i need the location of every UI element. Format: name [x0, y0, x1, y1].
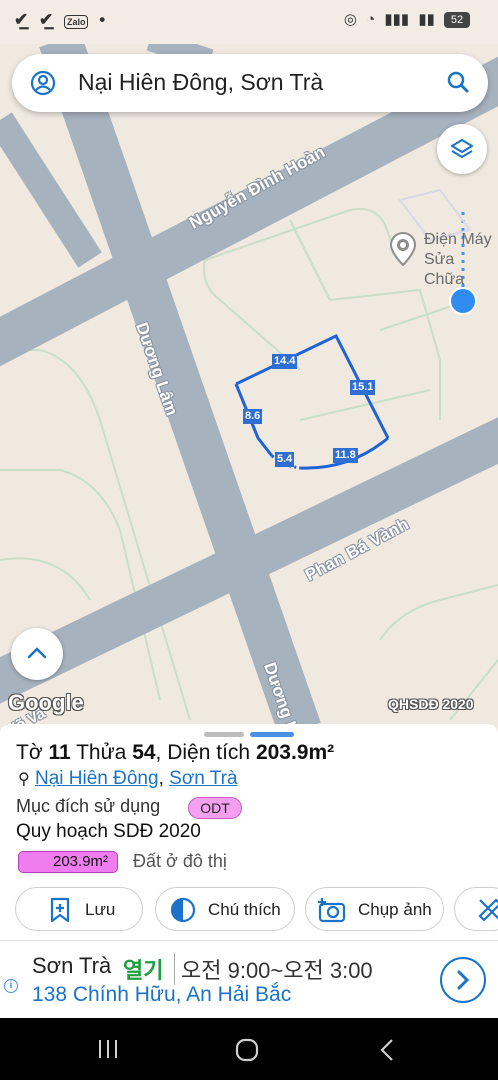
system-nav-bar	[0, 1018, 498, 1080]
parcel-address: ⚲ Nại Hiên Đông, Sơn Trà	[18, 768, 238, 789]
ad-open-button[interactable]	[440, 957, 486, 1003]
google-watermark: Google	[8, 690, 84, 715]
parcel-info-sheet[interactable]: Tờ 11 Thửa 54, Diện tích 203.9m² ⚲ Nại H…	[0, 724, 498, 940]
back-icon[interactable]	[378, 1038, 396, 1062]
wifi-icon: ◔	[366, 11, 376, 28]
ad-address[interactable]: 138 Chính Hữu, An Hải Bắc	[32, 983, 291, 1007]
account-icon[interactable]	[30, 70, 56, 96]
plan-use-label: Đất ở đô thị	[133, 851, 227, 871]
measure-button[interactable]	[454, 887, 498, 931]
action-chips: Lưu Chú thích Chụp ảnh	[0, 887, 498, 931]
ward-link[interactable]: Nại Hiên Đông	[35, 768, 159, 789]
signal-icon: ▮▮	[418, 11, 435, 28]
home-icon[interactable]	[235, 1038, 259, 1062]
poi-marker-icon[interactable]	[388, 232, 418, 266]
expand-up-button[interactable]	[11, 628, 63, 680]
layers-button[interactable]	[437, 124, 487, 174]
status-bar: ✔̲ ✔̲ Zalo • ◎ ◔ ▮▮▮ ▮▮ 52	[0, 0, 498, 44]
location-pin-icon: ⚲	[18, 771, 30, 788]
recent-apps-icon[interactable]	[96, 1038, 120, 1060]
search-icon[interactable]	[446, 70, 470, 94]
ad-place-name: Sơn Trà	[32, 953, 112, 978]
battery-icon: 52	[444, 12, 470, 29]
save-button[interactable]: Lưu	[15, 887, 143, 931]
parcel-edge-label: 8.6	[243, 409, 263, 424]
poi-label-line2: Sửa Chữa	[424, 251, 465, 288]
photo-button[interactable]: Chụp ảnh	[305, 887, 444, 931]
app-root: Nguyễn Đình Hoàn Dương Lâm Phan Bá Vành …	[0, 0, 498, 1080]
contrast-icon	[170, 897, 196, 923]
ad-info-icon[interactable]: i	[4, 979, 18, 993]
parcel-edge-label: 5.4	[275, 452, 295, 467]
ad-hours: 오전 9:00~오전 3:00	[174, 953, 373, 985]
signal-icon: ▮▮▮	[384, 11, 410, 28]
parcel-edge-label: 14.4	[272, 354, 298, 369]
parcel-title: Tờ 11 Thửa 54, Diện tích 203.9m²	[16, 741, 335, 764]
check-icon: ✔̲	[14, 10, 29, 29]
parcel-edge-label: 11.8	[333, 448, 358, 463]
search-query[interactable]: Nại Hiên Đông, Sơn Trà	[78, 69, 323, 96]
camera-add-icon	[318, 898, 346, 923]
sponsored-place-card[interactable]: i Sơn Trà 열기 오전 9:00~오전 3:00 138 Chính H…	[0, 940, 498, 1018]
sheet-handle[interactable]	[204, 732, 244, 737]
legend-button[interactable]: Chú thích	[155, 887, 295, 931]
chevron-up-icon	[27, 647, 47, 659]
parcel-edge-label: 15.1	[350, 380, 376, 395]
ruler-icon	[478, 898, 498, 922]
chevron-right-icon	[457, 970, 470, 990]
hotspot-icon: ◎	[343, 11, 357, 28]
bookmark-add-icon	[50, 897, 70, 923]
search-bar[interactable]: Nại Hiên Đông, Sơn Trà	[12, 54, 488, 112]
poi-label[interactable]: Điện Máy Sửa Chữa	[424, 230, 498, 290]
plan-label: Quy hoạch SDĐ 2020	[16, 821, 201, 842]
layers-icon	[451, 139, 473, 158]
check-icon: ✔̲	[38, 10, 54, 29]
sheet-handle-active[interactable]	[250, 732, 294, 737]
district-link[interactable]: Sơn Trà	[169, 768, 237, 789]
ad-open-status: 열기	[123, 958, 164, 983]
poi-label-line1: Điện Máy	[424, 231, 492, 248]
layer-tag: QHSDĐ 2020	[388, 696, 474, 712]
zalo-icon: Zalo	[63, 15, 89, 29]
dot-icon: •	[99, 10, 106, 29]
purpose-label: Mục đích sử dụng	[16, 796, 161, 816]
plan-area-badge: 203.9m²	[18, 851, 118, 873]
purpose-badge: ODT	[188, 797, 242, 819]
